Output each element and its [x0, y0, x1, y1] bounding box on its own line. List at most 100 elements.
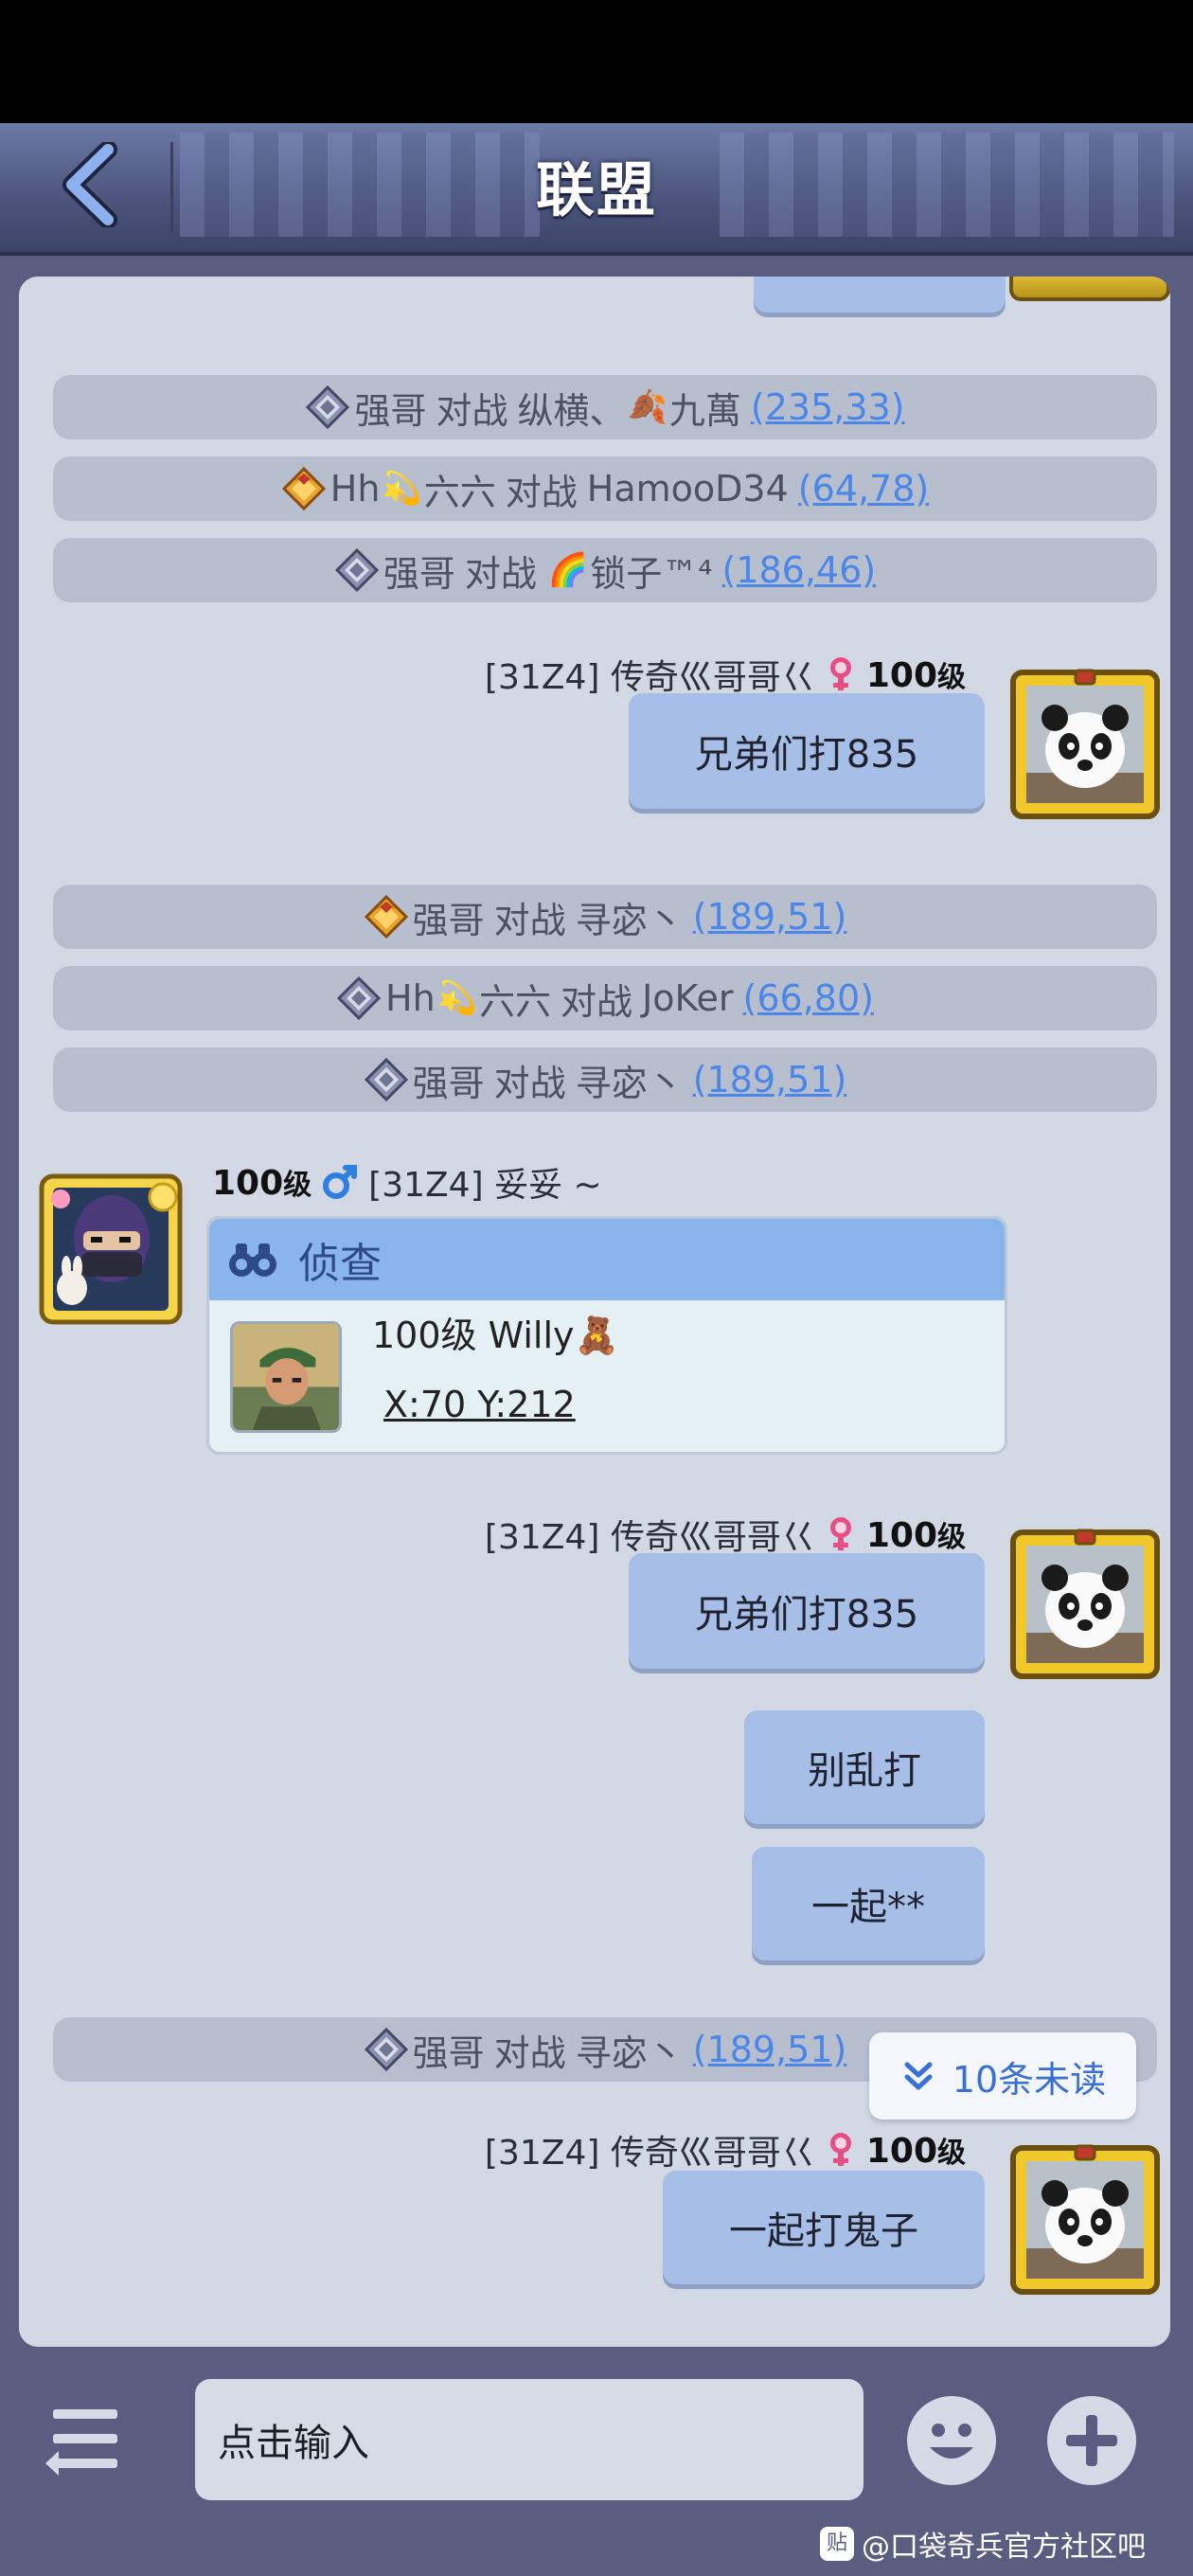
- scout-target-name: 100级 Willy🧸: [372, 1315, 619, 1356]
- avatar[interactable]: [1009, 669, 1161, 820]
- message-input[interactable]: 点击输入: [195, 2379, 864, 2500]
- watermark: 贴 @口袋奇兵官方社区吧: [820, 2523, 1146, 2565]
- double-chevron-down-icon: [904, 2062, 933, 2090]
- female-icon: [829, 1517, 851, 1550]
- gold-rank-icon: [281, 466, 326, 511]
- coordinate-link[interactable]: (189,51): [693, 1059, 847, 1100]
- message-bubble[interactable]: 一起打鬼子: [663, 2171, 985, 2284]
- opponent-name: HamooD34: [586, 468, 789, 510]
- opponent-name: 锁子™⁴: [590, 552, 713, 595]
- gold-rank-icon: [364, 894, 408, 939]
- coordinate-link[interactable]: (189,51): [693, 2029, 847, 2070]
- page-title: 联盟: [535, 155, 657, 224]
- input-placeholder: 点击输入: [218, 2422, 369, 2465]
- rainbow-icon: 🌈: [547, 551, 589, 589]
- player-name: 强哥: [354, 389, 427, 432]
- scout-card-title: 侦查: [298, 1240, 382, 1288]
- opponent-name: 寻宓丶: [575, 2031, 684, 2074]
- player-name: 强哥: [412, 899, 485, 941]
- silver-rank-icon: [336, 975, 382, 1021]
- opponent-name: JoKer: [642, 977, 734, 1019]
- silver-rank-icon: [364, 1057, 408, 1102]
- dizzy-icon: 💫: [436, 979, 478, 1017]
- system-battle-message[interactable]: Hh 💫 六六 对战 HamooD34 (64,78): [53, 456, 1157, 521]
- male-icon: [323, 1165, 358, 1199]
- message-bubble[interactable]: 兄弟们打835: [629, 1553, 985, 1669]
- female-icon: [829, 657, 851, 690]
- avatar-partial[interactable]: [1009, 277, 1170, 301]
- message-bubble[interactable]: 别乱打: [744, 1710, 985, 1824]
- opponent-name: 寻宓丶: [575, 1062, 684, 1104]
- leaf-icon: 🍂: [627, 388, 668, 426]
- player-name-2: 六六: [479, 980, 552, 1023]
- scout-report-card[interactable]: 侦查 100级 Willy🧸 X:70 Y:212: [206, 1216, 1007, 1455]
- scout-card-header: 侦查: [209, 1219, 1005, 1300]
- battle-verb: 对战: [493, 899, 566, 941]
- opponent-name-2: 九萬: [668, 389, 741, 432]
- system-battle-message[interactable]: 强哥 对战 🌈 锁子™⁴ (186,46): [53, 538, 1157, 602]
- add-button[interactable]: [1047, 2396, 1136, 2485]
- smiley-icon: [930, 2424, 973, 2459]
- sender-level: 100级: [865, 2132, 966, 2171]
- target-portrait: [230, 1321, 342, 1433]
- avatar[interactable]: [1009, 2144, 1161, 2296]
- player-name: 强哥: [412, 1062, 485, 1104]
- battle-verb: 对战: [436, 389, 508, 432]
- battle-verb: 对战: [464, 552, 537, 595]
- coordinate-link[interactable]: (186,46): [721, 549, 876, 591]
- avatar[interactable]: [1009, 1529, 1161, 1680]
- bear-icon: 🧸: [574, 1315, 619, 1356]
- app-root: { "header": {"title": "联盟"}, "system_mes…: [0, 0, 1193, 2576]
- player-name: 强哥: [412, 2031, 485, 2074]
- silver-rank-icon: [334, 547, 379, 593]
- sender-header: 100级 [31Z4] 妥妥 ~: [212, 1157, 602, 1207]
- coordinate-link[interactable]: (235,33): [751, 386, 905, 428]
- sender-level: 100级: [865, 1516, 966, 1555]
- avatar[interactable]: [38, 1172, 184, 1326]
- female-icon: [829, 2133, 851, 2166]
- status-bar: [0, 0, 1193, 123]
- silver-rank-icon: [364, 2027, 408, 2072]
- sender-name: [31Z4] 传奇巛哥哥巜: [484, 2134, 815, 2173]
- player-name-2: 六六: [423, 471, 496, 513]
- system-battle-message[interactable]: 强哥 对战 寻宓丶 (189,51): [53, 885, 1157, 949]
- silver-rank-icon: [306, 385, 350, 430]
- plus-icon: [1066, 2415, 1117, 2466]
- sender-header: [31Z4] 传奇巛哥哥巜 100级: [485, 650, 966, 699]
- battle-verb: 对战: [493, 1062, 566, 1104]
- opponent-name: 纵横、: [517, 389, 626, 432]
- opponent-name: 寻宓丶: [575, 899, 684, 941]
- message-bubble[interactable]: 兄弟们打835: [629, 693, 985, 809]
- sender-level: 100级: [865, 656, 966, 695]
- battle-verb: 对战: [493, 2031, 566, 2074]
- coordinate-link[interactable]: (189,51): [693, 896, 847, 938]
- unread-messages-button[interactable]: 10条未读: [869, 2032, 1136, 2120]
- sender-name: [31Z4] 传奇巛哥哥巜: [484, 1518, 815, 1557]
- player-name: Hh: [329, 468, 381, 510]
- sender-header: [31Z4] 传奇巛哥哥巜 100级: [485, 1510, 966, 1559]
- message-bubble-partial: [754, 277, 1006, 313]
- system-battle-message[interactable]: 强哥 对战 寻宓丶 (189,51): [53, 1047, 1157, 1112]
- sender-name: [31Z4] 传奇巛哥哥巜: [484, 658, 815, 697]
- chat-list[interactable]: 强哥 对战 纵横、 🍂 九萬 (235,33) Hh 💫 六六 对战 Hamoo…: [19, 277, 1170, 2347]
- coordinate-link[interactable]: (66,80): [743, 977, 874, 1019]
- sender-level: 100级: [212, 1164, 312, 1203]
- dizzy-icon: 💫: [382, 470, 422, 508]
- sender-name: [31Z4] 妥妥 ~: [368, 1166, 602, 1205]
- message-bubble[interactable]: 一起**: [752, 1847, 985, 1960]
- coordinate-link[interactable]: (64,78): [798, 468, 929, 510]
- emoji-button[interactable]: [907, 2396, 996, 2485]
- channel-switch-button[interactable]: [44, 2404, 125, 2476]
- binoculars-icon: [229, 1243, 276, 1277]
- battle-verb: 对战: [505, 471, 578, 513]
- sender-header: [31Z4] 传奇巛哥哥巜 100级: [485, 2125, 966, 2174]
- system-battle-message[interactable]: Hh 💫 六六 对战 JoKer (66,80): [53, 966, 1157, 1030]
- switch-arrows-icon: [45, 2409, 117, 2476]
- player-name: Hh: [385, 977, 436, 1019]
- unread-label: 10条未读: [952, 2058, 1107, 2101]
- system-battle-message[interactable]: 强哥 对战 纵横、 🍂 九萬 (235,33): [53, 375, 1157, 439]
- battle-verb: 对战: [561, 980, 633, 1023]
- player-name: 强哥: [383, 552, 455, 595]
- paw-icon: 贴: [820, 2527, 854, 2561]
- scout-coordinates-link[interactable]: X:70 Y:212: [383, 1384, 576, 1425]
